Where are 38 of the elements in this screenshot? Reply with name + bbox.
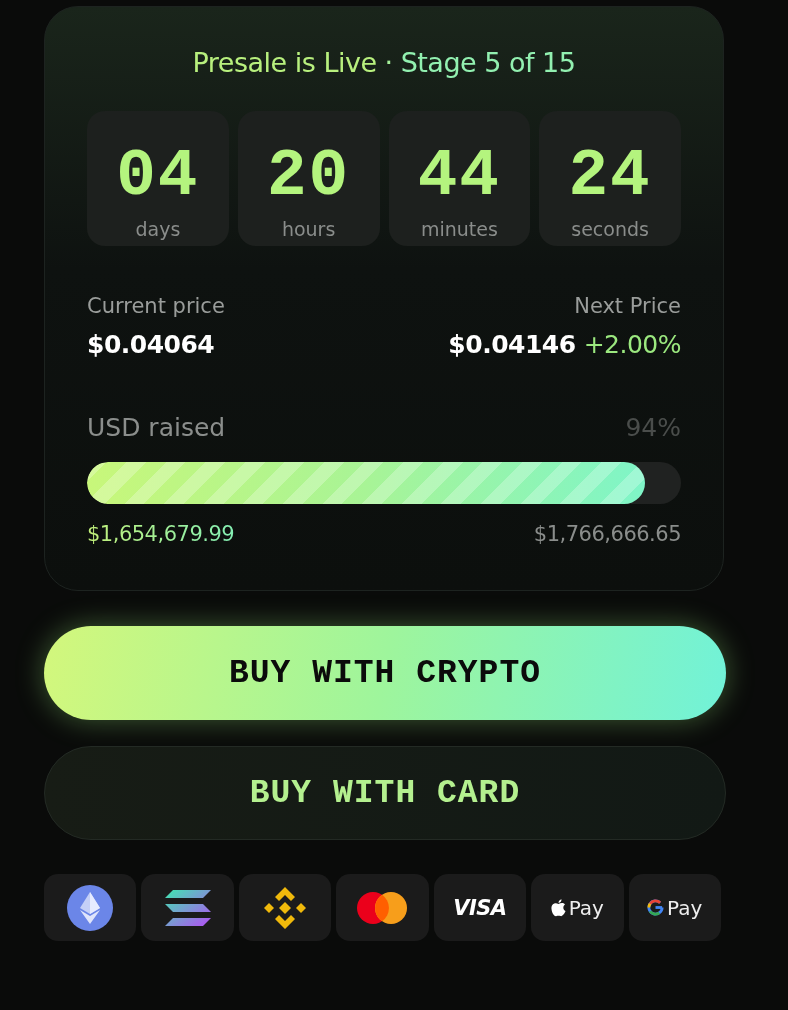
payment-method-tile[interactable]: Pay	[628, 874, 721, 941]
countdown-unit: seconds	[571, 218, 649, 240]
countdown-value: 20	[267, 144, 351, 210]
current-price-label: Current price	[87, 294, 225, 318]
ethereum-icon	[67, 884, 114, 931]
countdown-value: 24	[568, 144, 652, 210]
buy-crypto-button[interactable]: BUY WITH CRYPTO	[44, 626, 726, 720]
payment-method-tile[interactable]	[336, 874, 429, 941]
overlapping-circles-icon	[357, 891, 408, 924]
countdown-unit: hours	[281, 218, 336, 240]
payment-method-tile[interactable]	[44, 874, 137, 941]
payment-method-tile[interactable]	[141, 874, 234, 941]
usd-raised-label: USD raised	[87, 413, 226, 442]
price-change: +2.00%	[583, 330, 681, 359]
stripes-icon	[164, 889, 211, 926]
raised-percent: 94%	[625, 413, 681, 442]
diamond-icon	[262, 884, 309, 931]
next-price-label: Next Price	[574, 294, 681, 318]
visa-label: VISA	[453, 895, 507, 920]
countdown-value: 04	[116, 144, 200, 210]
g-logo-icon	[647, 899, 665, 916]
payment-method-tile[interactable]: VISA	[433, 874, 527, 941]
next-price: $0.04146	[448, 330, 576, 359]
target-amount: $1,766,666.65	[533, 522, 681, 546]
countdown-unit: minutes	[420, 218, 498, 240]
payment-method-tile[interactable]	[238, 874, 332, 941]
current-price: $0.04064	[87, 330, 216, 359]
pay-label: Pay	[568, 895, 604, 920]
apple-icon	[550, 898, 566, 917]
countdown-unit: days	[135, 218, 181, 240]
buy-card-button[interactable]: BUY WITH CARD	[44, 746, 726, 840]
separator-dot: ·	[384, 47, 393, 78]
presale-status: Presale is Live	[192, 47, 377, 78]
pay-label: Pay	[667, 895, 703, 920]
raised-amount: $1,654,679.99	[87, 522, 235, 546]
stage-label: Stage 5 of 15	[400, 47, 576, 78]
payment-method-tile[interactable]: Pay	[531, 874, 624, 941]
countdown-value: 44	[417, 144, 501, 210]
